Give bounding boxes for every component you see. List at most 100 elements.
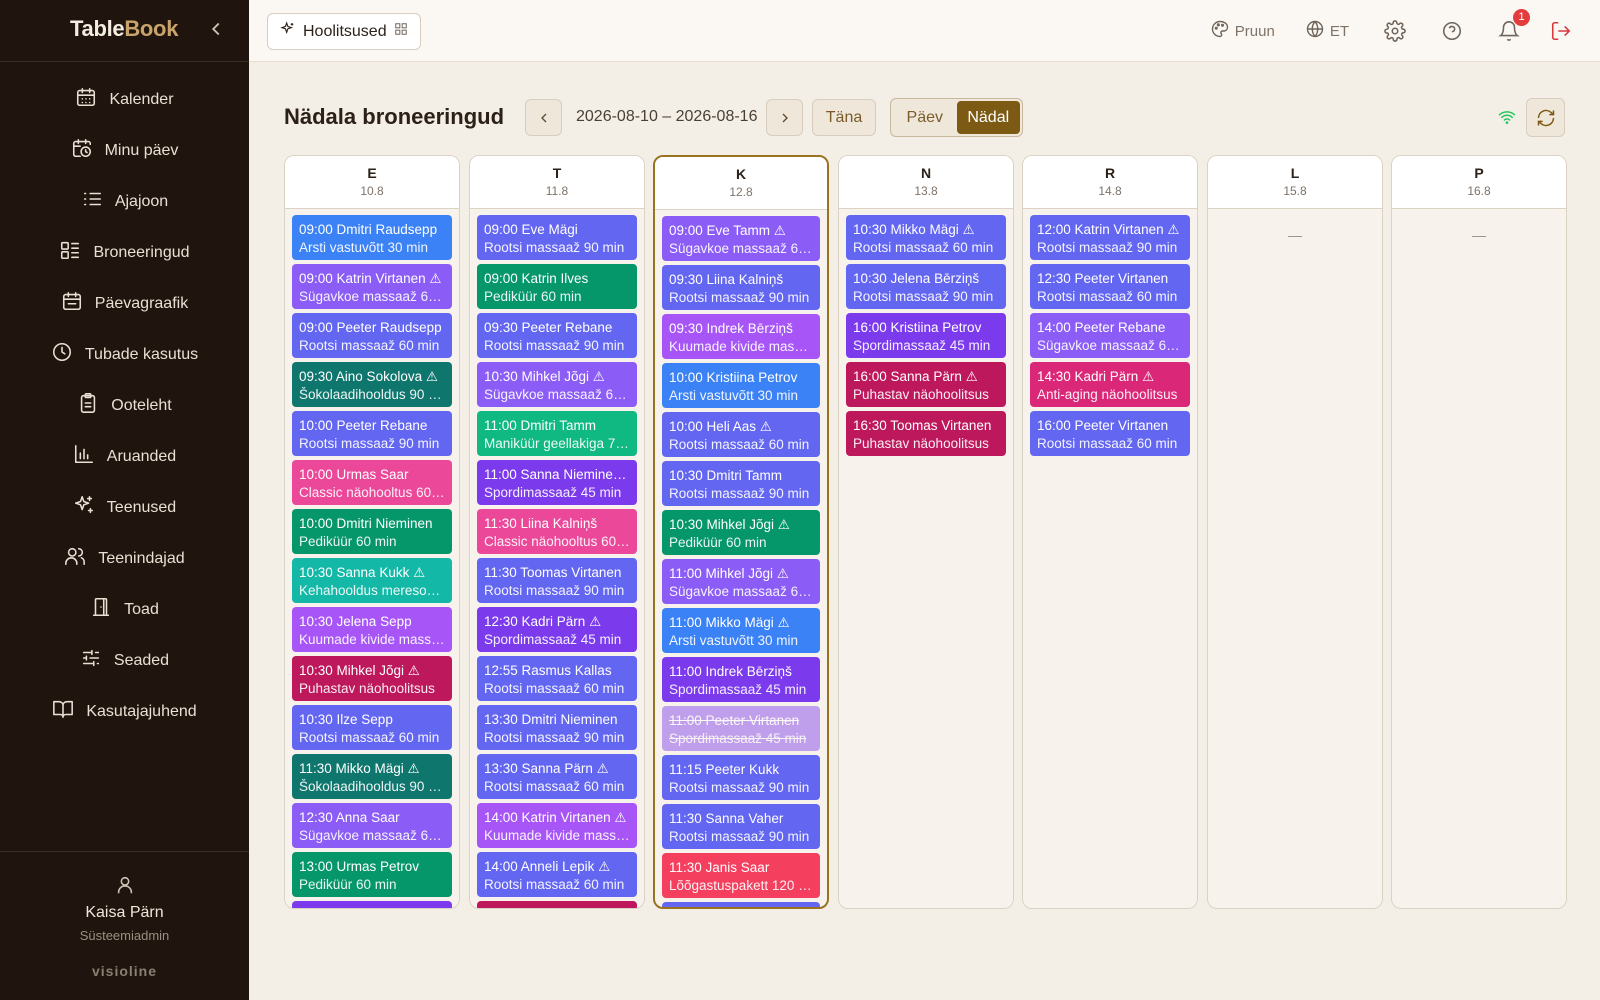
- appointment-card[interactable]: 16:00 Peeter Virtanen Rootsi massaaž 60 m…: [1030, 411, 1190, 456]
- appointment-card[interactable]: 10:30 Jelena Bērziņš Rootsi massaaž 90 mi…: [846, 264, 1006, 309]
- appointment-card[interactable]: 16:30 Toomas Virtanen Puhastav näohoolits…: [846, 411, 1006, 456]
- appointment-card[interactable]: 12:30 Anna Saar Sügavkoe massaaž 60 min: [292, 803, 452, 848]
- appointment-card[interactable]: 09:00 Katrin Ilves Pediküür 60 min: [477, 264, 637, 309]
- sidebar-item-ajajoon[interactable]: Ajajoon: [0, 176, 249, 227]
- appointment-card[interactable]: 13:30 Dmitri Nieminen Rootsi massaaž 90 m…: [477, 705, 637, 750]
- appointment-service: Rootsi massaaž 90 min: [853, 288, 994, 304]
- appointment-card[interactable]: 10:30 Dmitri Tamm Rootsi massaaž 90 min: [662, 461, 820, 506]
- appointment-card[interactable]: 14:30 Kadri Pärn ⚠ Anti-aging näohoolitsu…: [1030, 362, 1190, 407]
- appointment-card[interactable]: 11:00 Mikko Mägi ⚠ Arsti vastuvõtt 30 min: [662, 608, 820, 653]
- appointment-card[interactable]: 09:30 Aino Sokolova ⚠ Šokolaadihooldus 90…: [292, 362, 452, 407]
- sidebar-item-kasutajajuhend[interactable]: Kasutajajuhend: [0, 686, 249, 737]
- appointment-card[interactable]: 10:30 Sanna Kukk ⚠ Kehahooldus meresoolag…: [292, 558, 452, 603]
- appointment-card-cancelled[interactable]: 11:00 Peeter Virtanen Spordimassaaž 45 mi…: [662, 706, 820, 751]
- collapse-sidebar-icon[interactable]: [205, 18, 227, 42]
- appointment-card[interactable]: 11:30 Janis Saar Lõõgastuspakett 120 min: [662, 853, 820, 898]
- appointment-card[interactable]: 12:30 Kadri Pärn ⚠ Spordimassaaž 45 min: [477, 607, 637, 652]
- sidebar-item-minu-paev[interactable]: Minu päev: [0, 125, 249, 176]
- appointment-card[interactable]: 10:00 Kristiina Petrov Arsti vastuvõtt 30…: [662, 363, 820, 408]
- sidebar-item-teenused[interactable]: Teenused: [0, 482, 249, 533]
- appointment-card[interactable]: 11:00 Sanna Nieminen ⚠ Spordimassaaž 45 m…: [477, 460, 637, 505]
- sidebar-item-kalender[interactable]: Kalender: [0, 74, 249, 125]
- day-view-button[interactable]: Päev: [893, 101, 957, 134]
- appointment-card[interactable]: 09:30 Liina Kalniņš Rootsi massaaž 90 min: [662, 265, 820, 310]
- appointment-service: Kuumade kivide massaaž: [669, 338, 813, 354]
- appointment-card[interactable]: 14:00 Peeter Rebane Sügavkoe massaaž 60 m…: [1030, 313, 1190, 358]
- appointment-card[interactable]: 13:30 Sanna Pärn ⚠ Rootsi massaaž 60 min: [477, 754, 637, 799]
- refresh-icon: [1536, 108, 1556, 128]
- week-view-button[interactable]: Nädal: [956, 101, 1020, 134]
- appointment-card[interactable]: 09:00 Peeter Raudsepp Rootsi massaaž 60 m…: [292, 313, 452, 358]
- appointment-card[interactable]: 09:30 Indrek Bērziņš Kuumade kivide massa…: [662, 314, 820, 359]
- sidebar-item-broneeringud[interactable]: Broneeringud: [0, 227, 249, 278]
- appointment-card[interactable]: 09:00 Eve Tamm ⚠ Sügavkoe massaaž 60 min: [662, 216, 820, 261]
- theme-switcher[interactable]: Pruun: [1210, 19, 1275, 43]
- appointment-card[interactable]: 11:30 Liina Kalniņš Classic näohooltus 60…: [477, 509, 637, 554]
- appointment-card[interactable]: 11:00 Mihkel Jõgi ⚠ Sügavkoe massaaž 60 m…: [662, 559, 820, 604]
- appointment-time-client: 10:00 Kristiina Petrov: [669, 370, 798, 385]
- appointment-card[interactable]: 14:00 Anneli Lepik ⚠ Rootsi massaaž 60 mi…: [477, 852, 637, 897]
- sidebar-item-seaded[interactable]: Seaded: [0, 635, 249, 686]
- calendar-icon: [75, 86, 97, 113]
- next-week-button[interactable]: [766, 99, 803, 136]
- settings-gear-icon[interactable]: [1384, 20, 1406, 42]
- appointment-card[interactable]: 11:15 Peeter Kukk Rootsi massaaž 90 min: [662, 755, 820, 800]
- appointment-card[interactable]: 11:00 Indrek Bērziņš Spordimassaaž 45 min: [662, 657, 820, 702]
- appointment-card[interactable]: 12:55 Rasmus Kallas Rootsi massaaž 60 min: [477, 656, 637, 701]
- appointment-card[interactable]: 11:30 Toomas Virtanen Rootsi massaaž 90 m…: [477, 558, 637, 603]
- appointment-card[interactable]: 10:00 Heli Aas ⚠ Rootsi massaaž 60 min: [662, 412, 820, 457]
- appointment-card[interactable]: 14:00 Katrin Virtanen ⚠ Kuumade kivide ma…: [477, 803, 637, 848]
- appointment-card[interactable]: 10:30 Mihkel Jõgi ⚠ Pediküür 60 min: [662, 510, 820, 555]
- appointment-service: Maniküür geellakiga 75 min: [484, 435, 630, 451]
- appointment-card[interactable]: 09:00 Eve Mägi Rootsi massaaž 90 min: [477, 215, 637, 260]
- appointment-card[interactable]: 16:00 Kristiina Petrov Spordimassaaž 45 m…: [846, 313, 1006, 358]
- appointment-card[interactable]: 10:30 Ilze Sepp Rootsi massaaž 60 min: [292, 705, 452, 750]
- appointment-card[interactable]: 10:30 Mikko Mägi ⚠ Rootsi massaaž 60 min: [846, 215, 1006, 260]
- appointment-card[interactable]: 11:00 Dmitri Tamm Maniküür geellakiga 75 …: [477, 411, 637, 456]
- app-logo[interactable]: TableBook: [70, 16, 178, 42]
- appointment-card[interactable]: 10:00 Dmitri Nieminen Pediküür 60 min: [292, 509, 452, 554]
- sidebar-item-aruanded[interactable]: Aruanded: [0, 431, 249, 482]
- appointment-service: Kehahooldus meresoolaga: [299, 582, 445, 598]
- sidebar-item-tubade-kasutus[interactable]: Tubade kasutus: [0, 329, 249, 380]
- appointment-card[interactable]: 12:00 Katrin Virtanen ⚠ Rootsi massaaž 90…: [1030, 215, 1190, 260]
- appointment-card[interactable]: 10:30 Jelena Sepp Kuumade kivide massaaž: [292, 607, 452, 652]
- appointment-card[interactable]: 12:30 Peeter Virtanen Rootsi massaaž 60 m…: [1030, 264, 1190, 309]
- appointment-card[interactable]: [292, 901, 452, 908]
- refresh-button[interactable]: [1526, 98, 1565, 137]
- appointment-service: Rootsi massaaž 60 min: [484, 778, 625, 794]
- help-icon[interactable]: [1441, 20, 1463, 42]
- language-switcher[interactable]: ET: [1305, 19, 1349, 43]
- appointment-card[interactable]: 11:30 Sanna Vaher Rootsi massaaž 90 min: [662, 804, 820, 849]
- sidebar-item-teenindajad[interactable]: Teenindajad: [0, 533, 249, 584]
- appointment-card[interactable]: 16:00 Sanna Pärn ⚠ Puhastav näohoolitsus: [846, 362, 1006, 407]
- user-icon[interactable]: [114, 874, 136, 896]
- appointment-card[interactable]: [477, 901, 637, 908]
- appointment-card[interactable]: 11:30 Mikko Mägi ⚠ Šokolaadihooldus 90 mi…: [292, 754, 452, 799]
- appointment-card[interactable]: 09:30 Peeter Rebane Rootsi massaaž 90 min: [477, 313, 637, 358]
- logo-text-part1: Table: [70, 16, 125, 41]
- appointment-card[interactable]: 10:30 Mihkel Jõgi ⚠ Sügavkoe massaaž 60 m…: [477, 362, 637, 407]
- logout-icon[interactable]: [1550, 20, 1572, 42]
- today-button[interactable]: Täna: [812, 99, 876, 136]
- appointment-card[interactable]: 09:00 Dmitri Raudsepp Arsti vastuvõtt 30 …: [292, 215, 452, 260]
- appointment-card[interactable]: 10:00 Peeter Rebane Rootsi massaaž 90 min: [292, 411, 452, 456]
- appointment-card[interactable]: 13:00 Urmas Petrov Pediküür 60 min: [292, 852, 452, 897]
- appointment-card[interactable]: 10:00 Urmas Saar Classic näohooltus 60 mi…: [292, 460, 452, 505]
- appointment-time-client: 09:00 Dmitri Raudsepp: [299, 222, 438, 237]
- sidebar-item-toad[interactable]: Toad: [0, 584, 249, 635]
- sidebar-item-paevagraafik[interactable]: Päevagraafik: [0, 278, 249, 329]
- day-column-r: R 14.8 12:00 Katrin Virtanen ⚠ Rootsi massa…: [1022, 155, 1198, 909]
- day-column-header: P 16.8: [1392, 156, 1566, 209]
- notifications-bell-icon[interactable]: 1: [1498, 9, 1530, 42]
- appointment-card[interactable]: [662, 902, 820, 907]
- appointment-time-client: 11:30 Toomas Virtanen: [484, 565, 622, 580]
- appointment-time-client: 14:00 Peeter Rebane: [1037, 320, 1166, 335]
- appointment-card[interactable]: 09:00 Katrin Virtanen ⚠ Sügavkoe massaaž …: [292, 264, 452, 309]
- sidebar-item-ooteleht[interactable]: Ooteleht: [0, 380, 249, 431]
- appointment-service: Puhastav näohoolitsus: [853, 386, 989, 402]
- appointment-card[interactable]: 10:30 Mihkel Jõgi ⚠ Puhastav näohoolitsus: [292, 656, 452, 701]
- appointment-service: Šokolaadihooldus 90 min: [299, 386, 445, 402]
- services-switcher-button[interactable]: Hoolitsused: [267, 13, 421, 50]
- previous-week-button[interactable]: [525, 99, 562, 136]
